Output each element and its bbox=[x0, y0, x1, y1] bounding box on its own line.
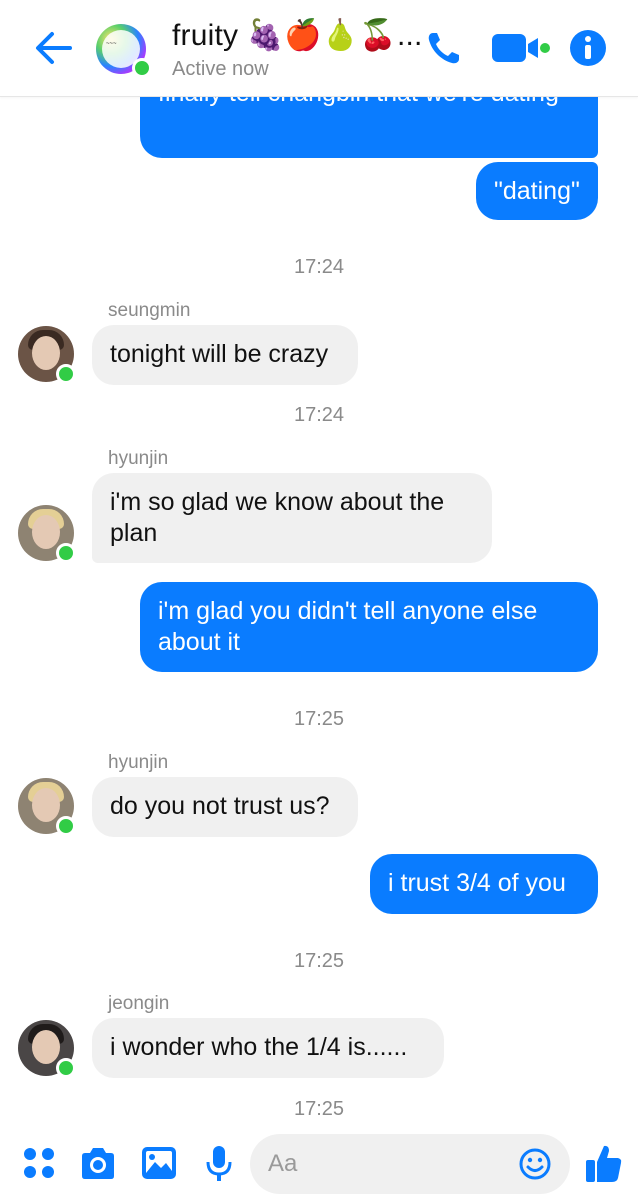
conversation-title[interactable]: fruity 🍇🍎🍐🍒... bbox=[172, 18, 423, 53]
message-outgoing[interactable]: i trust 3/4 of you bbox=[370, 854, 598, 914]
message-text: i'm glad you didn't tell anyone else abo… bbox=[158, 597, 538, 656]
thumbs-up-icon[interactable] bbox=[584, 1142, 624, 1184]
four-dots-icon[interactable] bbox=[22, 1146, 56, 1180]
timestamp: 17:25 bbox=[293, 708, 345, 730]
image-icon[interactable] bbox=[140, 1144, 178, 1182]
emoji-icon[interactable] bbox=[518, 1147, 552, 1181]
back-arrow-icon[interactable] bbox=[32, 28, 76, 68]
sender-name: hyunjin bbox=[108, 752, 169, 773]
microphone-icon[interactable] bbox=[204, 1144, 234, 1184]
message-incoming[interactable]: tonight will be crazy bbox=[92, 325, 358, 385]
sender-name: seungmin bbox=[108, 300, 191, 321]
message-outgoing[interactable]: finally tell changbin that we're dating bbox=[140, 96, 598, 158]
message-text: i trust 3/4 of you bbox=[388, 869, 566, 897]
online-indicator bbox=[132, 58, 152, 78]
timestamp: 17:24 bbox=[293, 404, 345, 426]
message-input-placeholder: Aa bbox=[268, 1150, 298, 1177]
online-indicator bbox=[56, 364, 76, 384]
info-icon[interactable] bbox=[568, 28, 608, 68]
message-input[interactable]: Aa bbox=[250, 1134, 570, 1194]
message-outgoing[interactable]: i'm glad you didn't tell anyone else abo… bbox=[140, 582, 598, 672]
camera-icon[interactable] bbox=[78, 1146, 118, 1182]
message-text: finally tell changbin that we're dating bbox=[158, 96, 559, 107]
online-indicator bbox=[56, 543, 76, 563]
message-outgoing[interactable]: "dating" bbox=[476, 162, 598, 220]
message-text: do you not trust us? bbox=[110, 792, 330, 820]
message-list[interactable]: finally tell changbin that we're dating … bbox=[0, 96, 638, 1126]
message-incoming[interactable]: i'm so glad we know about the plan bbox=[92, 473, 492, 563]
message-text: i wonder who the 1/4 is...... bbox=[110, 1033, 408, 1061]
online-indicator bbox=[56, 816, 76, 836]
composer-bar: Aa bbox=[0, 1126, 638, 1200]
phone-icon[interactable] bbox=[424, 28, 464, 68]
timestamp: 17:24 bbox=[293, 256, 345, 278]
message-incoming[interactable]: i wonder who the 1/4 is...... bbox=[92, 1018, 444, 1078]
timestamp: 17:25 bbox=[293, 950, 345, 972]
message-text: i'm so glad we know about the plan bbox=[110, 488, 445, 547]
video-camera-icon[interactable] bbox=[490, 30, 552, 66]
sender-name: hyunjin bbox=[108, 448, 169, 469]
message-text: "dating" bbox=[494, 177, 580, 205]
active-status: Active now bbox=[172, 58, 269, 80]
timestamp: 17:25 bbox=[293, 1098, 345, 1120]
online-indicator bbox=[56, 1058, 76, 1078]
conversation-header: ~~~ fruity 🍇🍎🍐🍒... Active now bbox=[0, 0, 638, 97]
message-text: tonight will be crazy bbox=[110, 340, 329, 368]
sender-name: jeongin bbox=[108, 993, 170, 1014]
message-incoming[interactable]: do you not trust us? bbox=[92, 777, 358, 837]
